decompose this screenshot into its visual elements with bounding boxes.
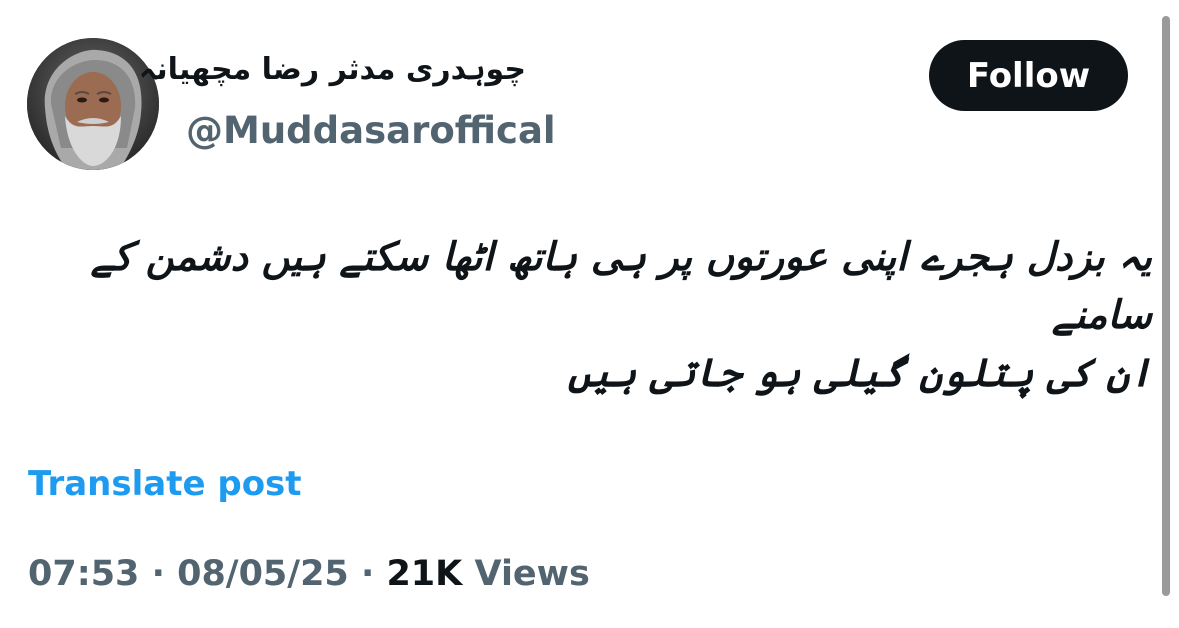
meta-separator: ·	[139, 554, 178, 594]
post-time[interactable]: 07:53	[28, 554, 139, 594]
post-text: یہ بزدل ہجرے اپنی عورتوں پر ہی ہاتھ اٹھا…	[24, 228, 1152, 402]
views-label: Views	[462, 554, 590, 594]
post-metadata: 07:53 · 08/05/25 · 21K Views	[28, 550, 590, 598]
views-count[interactable]: 21K	[386, 554, 462, 594]
post-date[interactable]: 08/05/25	[177, 554, 349, 594]
scrollbar-thumb[interactable]	[1162, 16, 1170, 596]
meta-separator: ·	[348, 554, 387, 594]
author-handle[interactable]: @Muddasaroffical	[186, 108, 556, 154]
author-display-name[interactable]: چوہدری مدثر رضا مچھیانہ	[139, 46, 526, 94]
post-text-line: یہ بزدل ہجرے اپنی عورتوں پر ہی ہاتھ اٹھا…	[90, 234, 1152, 338]
post-text-line: ان کی پتلون گیلی ہو جاتی ہیں	[567, 350, 1152, 396]
follow-button[interactable]: Follow	[929, 40, 1128, 111]
translate-post-link[interactable]: Translate post	[28, 461, 302, 507]
